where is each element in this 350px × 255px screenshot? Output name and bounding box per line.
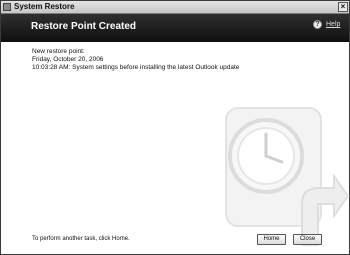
- system-restore-icon: [3, 3, 11, 11]
- new-restore-point-label: New restore point:: [32, 48, 85, 55]
- close-icon[interactable]: ×: [338, 2, 348, 12]
- header-banner: Restore Point Created ? Help: [1, 14, 349, 42]
- close-button[interactable]: Close: [293, 234, 322, 245]
- system-restore-window: System Restore × Restore Point Created ?…: [0, 0, 350, 255]
- help-icon[interactable]: ?: [313, 20, 322, 29]
- restore-point-info: New restore point: Friday, October 20, 2…: [32, 48, 332, 71]
- footer-hint: To perform another task, click Home.: [32, 236, 130, 242]
- title-bar[interactable]: System Restore ×: [1, 1, 349, 14]
- page-title: Restore Point Created: [31, 21, 137, 32]
- window-title: System Restore: [14, 2, 75, 11]
- restore-point-description: 10:03:28 AM: System settings before inst…: [32, 63, 240, 71]
- help-link[interactable]: Help: [326, 20, 340, 29]
- clock-watermark-icon: [225, 107, 348, 246]
- restore-point-date: Friday, October 20, 2006: [32, 56, 104, 63]
- home-button[interactable]: Home: [257, 234, 286, 245]
